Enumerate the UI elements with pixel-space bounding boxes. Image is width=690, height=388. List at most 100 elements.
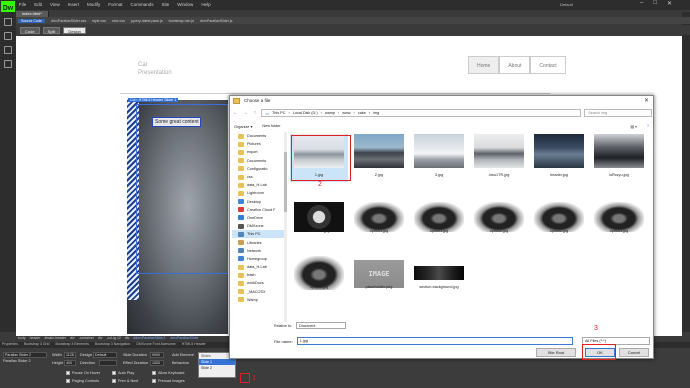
checkbox[interactable] bbox=[152, 379, 156, 383]
split-view-button[interactable]: Split bbox=[42, 26, 61, 34]
menu-window[interactable]: Window bbox=[177, 2, 193, 7]
related-file[interactable]: bootstrap.min.js bbox=[169, 19, 194, 23]
file-item[interactable]: 4rsu1TR.jpg bbox=[470, 134, 528, 182]
file-item[interactable]: section-background.jpg bbox=[410, 246, 468, 294]
tree-item[interactable]: data_H-Lab bbox=[232, 181, 284, 189]
menu-edit[interactable]: Edit bbox=[34, 2, 42, 7]
relative-to-select[interactable]: Document bbox=[295, 322, 346, 329]
dialog-close-button[interactable]: ✕ bbox=[640, 96, 653, 106]
pause-on-hover-option[interactable]: Pause On Hover bbox=[66, 371, 100, 375]
tree-item[interactable]: workDocs bbox=[232, 279, 284, 287]
menu-modify[interactable]: Modify bbox=[87, 2, 100, 7]
file-item[interactable]: IMAGE placeholder.png bbox=[350, 246, 408, 294]
breadcrumb-item[interactable]: www bbox=[342, 111, 350, 115]
direction-select[interactable] bbox=[99, 360, 117, 366]
breadcrumb-item[interactable]: img bbox=[373, 111, 379, 115]
menu-commands[interactable]: Commands bbox=[131, 2, 154, 7]
breadcrumb-item[interactable]: wamp bbox=[325, 111, 335, 115]
forward-icon[interactable]: → bbox=[242, 110, 249, 116]
tree-item[interactable]: css bbox=[232, 173, 284, 181]
tree-item[interactable]: Documents bbox=[232, 132, 284, 140]
tree-item[interactable]: Desktop bbox=[232, 198, 284, 206]
height-input[interactable]: 400 bbox=[64, 360, 76, 366]
tree-item[interactable]: Wamp bbox=[232, 296, 284, 304]
nav-home[interactable]: Home bbox=[468, 56, 500, 74]
tree-item[interactable]: Configuratio bbox=[232, 165, 284, 173]
code-navigator-icon[interactable] bbox=[4, 46, 12, 54]
design-select[interactable]: Default bbox=[93, 352, 117, 358]
checkbox[interactable] bbox=[66, 371, 70, 375]
auto-play-option[interactable]: Auto Play bbox=[112, 371, 134, 375]
menu-insert[interactable]: Insert bbox=[68, 2, 79, 7]
slide-item[interactable]: Slide 2 bbox=[199, 365, 235, 371]
prev-next-option[interactable]: Prev & Next bbox=[112, 379, 138, 383]
tree-item[interactable]: data_H-Lab bbox=[232, 263, 284, 271]
tree-scrollbar[interactable] bbox=[284, 132, 287, 322]
tree-item[interactable]: Network bbox=[232, 247, 284, 255]
menu-site[interactable]: Site bbox=[162, 2, 170, 7]
file-item[interactable]: 2.jpg bbox=[350, 134, 408, 182]
tree-item[interactable]: OneDrive bbox=[232, 214, 284, 222]
scroll-thumb[interactable] bbox=[284, 152, 287, 212]
tree-item[interactable]: Lightroom bbox=[232, 189, 284, 197]
tree-item[interactable]: Pictures bbox=[232, 140, 284, 148]
nav-contact[interactable]: Contact bbox=[530, 56, 566, 74]
checkbox[interactable] bbox=[112, 371, 116, 375]
file-item[interactable]: lulscxnte.jpg bbox=[290, 190, 348, 238]
related-file[interactable]: jquery-latest.pack.js bbox=[131, 19, 163, 23]
tree-item[interactable]: Libraries bbox=[232, 238, 284, 246]
tree-item[interactable]: This PC bbox=[232, 230, 284, 239]
help-icon[interactable]: ? bbox=[647, 124, 649, 128]
allow-keyboard-option[interactable]: Allow Keyboard bbox=[152, 371, 184, 375]
checkbox[interactable] bbox=[152, 371, 156, 375]
file-item[interactable]: 3.jpg bbox=[410, 134, 468, 182]
preload-images-option[interactable]: Preload Images bbox=[152, 379, 185, 383]
hero-text-box[interactable]: Some great content bbox=[152, 117, 201, 127]
paging-controls-option[interactable]: Paging Controls bbox=[66, 379, 99, 383]
checkbox[interactable] bbox=[112, 379, 116, 383]
filename-input[interactable]: 1.jpg bbox=[296, 337, 573, 345]
menu-view[interactable]: View bbox=[50, 2, 60, 7]
open-file-icon[interactable] bbox=[4, 18, 12, 26]
back-icon[interactable]: ← bbox=[232, 110, 239, 116]
tree-item[interactable]: export bbox=[232, 148, 284, 156]
menu-file[interactable]: File bbox=[19, 2, 26, 7]
element-label-tag[interactable]: Col • HTML5 Header Slider 1 bbox=[128, 98, 179, 102]
tree-item[interactable]: _MACOSX bbox=[232, 288, 284, 296]
up-icon[interactable]: ↑ bbox=[252, 110, 259, 116]
site-root-button[interactable]: Site Root bbox=[536, 348, 576, 357]
file-item[interactable]: header.jpg bbox=[530, 134, 588, 182]
related-file[interactable]: dmxParallaxSlider.js bbox=[200, 19, 232, 23]
address-bar[interactable]: ▭ This PC › Local Disk (D:) › wamp › www › c… bbox=[261, 109, 582, 117]
related-file[interactable]: nice.css bbox=[112, 19, 125, 23]
breadcrumb-item[interactable]: Local Disk (D:) bbox=[293, 111, 318, 115]
minimize-button[interactable]: – bbox=[640, 0, 643, 7]
related-file[interactable]: dmxParallaxSlider.css bbox=[51, 19, 86, 23]
file-item[interactable]: option3.jpg bbox=[290, 246, 348, 294]
workspace-switcher[interactable]: Default bbox=[560, 2, 573, 7]
file-item[interactable]: option1.jpg bbox=[410, 190, 468, 238]
file-item[interactable]: isRxzyu.jpg bbox=[590, 134, 648, 182]
breadcrumb-item[interactable]: This PC bbox=[272, 111, 286, 115]
close-window-button[interactable]: ✕ bbox=[667, 0, 672, 7]
organize-button[interactable]: Organize ▾ bbox=[234, 124, 252, 129]
slide-duration-input[interactable]: 9000 bbox=[150, 352, 164, 358]
related-source-code[interactable]: Source Code bbox=[18, 18, 45, 23]
expand-icon[interactable] bbox=[4, 60, 12, 68]
cancel-button[interactable]: Cancel bbox=[619, 348, 649, 357]
file-management-icon[interactable] bbox=[4, 32, 12, 40]
tree-item[interactable]: Homegroup bbox=[232, 255, 284, 263]
code-view-button[interactable]: Code bbox=[20, 26, 40, 34]
maximize-button[interactable]: □ bbox=[653, 0, 657, 7]
new-folder-button[interactable]: New folder bbox=[262, 124, 280, 128]
file-item[interactable]: option2.jpg bbox=[530, 190, 588, 238]
tree-item[interactable]: trash bbox=[232, 271, 284, 279]
tree-item[interactable]: DMXzone bbox=[232, 222, 284, 230]
view-options-icon[interactable]: ▦ ▾ bbox=[630, 124, 637, 129]
effect-duration-input[interactable]: 1500 bbox=[150, 360, 164, 366]
width-input[interactable]: 1128 bbox=[64, 352, 76, 358]
element-id-field[interactable]: Parallax Slider 2 bbox=[3, 352, 47, 358]
design-view-button[interactable]: Design bbox=[63, 26, 86, 34]
file-item[interactable]: option2.jpg bbox=[470, 190, 528, 238]
menu-help[interactable]: Help bbox=[201, 2, 210, 7]
